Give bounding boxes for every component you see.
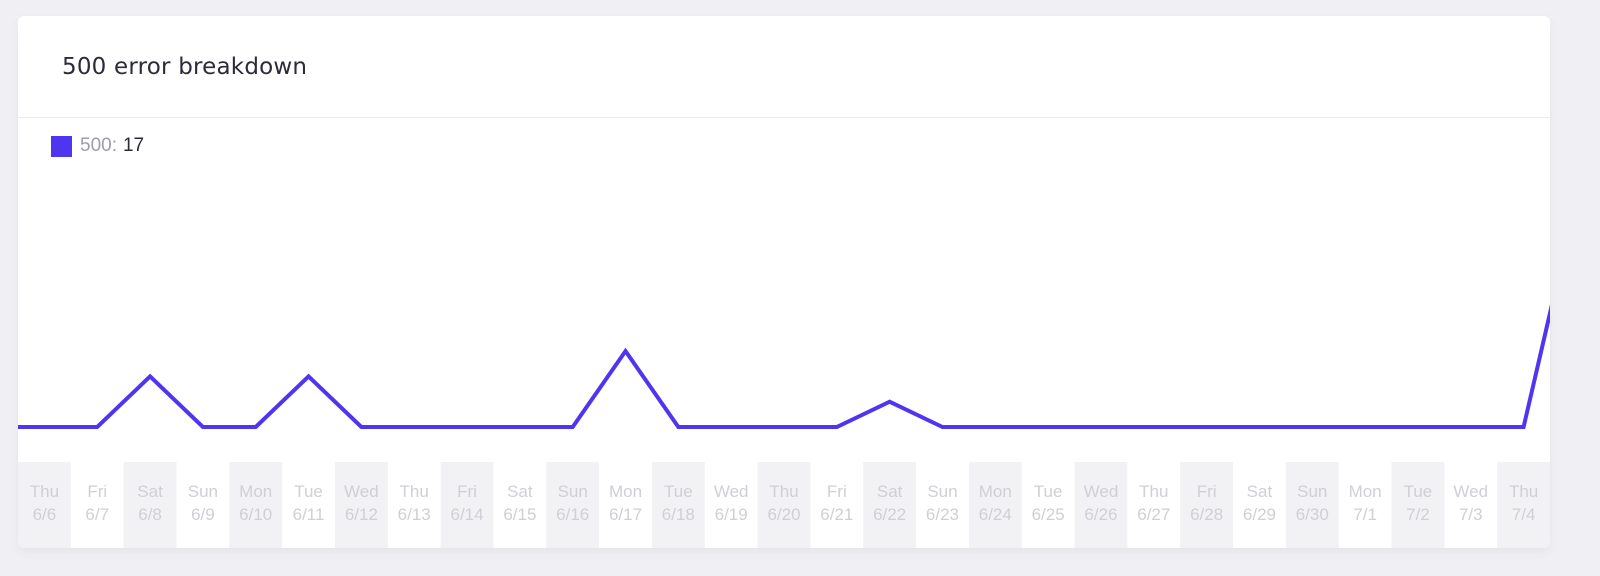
x-tick-date: 6/12 (345, 505, 378, 524)
x-tick-day: Tue (1034, 482, 1063, 501)
chart-card: 500 error breakdown Thu 6/6 Fri 6/7 Sat 6/8 Su… (18, 16, 1550, 548)
x-tick-day: Tue (664, 482, 693, 501)
legend-value: 17 (122, 135, 145, 156)
legend-swatch (51, 135, 72, 157)
x-tick-day: Fri (87, 482, 107, 501)
x-tick-date: 6/27 (1137, 505, 1170, 524)
x-tick-day: Sun (558, 482, 588, 501)
x-tick-date: 6/11 (293, 505, 325, 524)
x-tick-date: 6/21 (820, 505, 853, 524)
x-tick-date: 6/6 (33, 505, 57, 524)
x-tick-date: 6/24 (979, 505, 1012, 524)
x-tick-date: 7/1 (1353, 505, 1377, 524)
x-tick-day: Sat (507, 482, 533, 501)
x-tick-day: Mon (609, 482, 642, 501)
x-tick-date: 6/16 (556, 505, 589, 524)
x-tick-date: 6/22 (873, 505, 906, 524)
line-chart: Thu 6/6 Fri 6/7 Sat 6/8 Sun 6/9 Mon 6/10 Tue 6/11 We… (18, 304, 1550, 548)
x-tick-day: Wed (714, 482, 749, 501)
x-tick-day: Sat (877, 482, 903, 501)
x-tick-day: Sat (1247, 482, 1273, 501)
x-tick-day: Thu (1139, 482, 1168, 501)
x-tick-date: 6/19 (715, 505, 748, 524)
x-tick-day: Wed (1084, 482, 1119, 501)
x-tick-day: Thu (400, 482, 429, 501)
x-tick-date: 6/23 (926, 505, 959, 524)
x-tick-date: 7/4 (1512, 505, 1536, 524)
legend[interactable]: 500: 17 (51, 135, 144, 157)
x-tick-date: 6/20 (767, 505, 800, 524)
x-tick-day: Tue (1404, 482, 1433, 501)
x-tick-date: 6/29 (1243, 505, 1276, 524)
x-tick-day: Tue (294, 482, 323, 501)
series-line-500 (18, 304, 1550, 429)
x-tick-date: 6/7 (85, 505, 109, 524)
x-tick-date: 6/13 (398, 505, 431, 524)
x-tick-date: 6/14 (450, 505, 483, 524)
x-tick-day: Sun (1297, 482, 1327, 501)
x-tick-date: 6/17 (609, 505, 642, 524)
legend-label: 500: (80, 135, 117, 156)
x-tick-day: Fri (457, 482, 477, 501)
x-tick-date: 6/18 (662, 505, 695, 524)
x-tick-date: 6/10 (239, 505, 272, 524)
x-tick-date: 6/8 (138, 505, 162, 524)
x-tick-day: Mon (979, 482, 1012, 501)
x-tick-date: 7/3 (1459, 505, 1483, 524)
x-tick-day: Wed (344, 482, 379, 501)
x-tick-day: Thu (769, 482, 798, 501)
x-tick-day: Fri (827, 482, 847, 501)
x-tick-date: 6/9 (191, 505, 215, 524)
x-tick-day: Wed (1453, 482, 1488, 501)
x-tick-date: 6/30 (1296, 505, 1329, 524)
x-tick-day: Mon (239, 482, 272, 501)
x-tick-day: Sun (927, 482, 957, 501)
x-tick-date: 6/15 (503, 505, 536, 524)
x-tick-date: 6/25 (1032, 505, 1065, 524)
x-tick-date: 6/28 (1190, 505, 1223, 524)
x-tick-day: Sun (188, 482, 218, 501)
x-tick-date: 7/2 (1406, 505, 1430, 524)
x-tick-day: Thu (30, 482, 59, 501)
x-tick-day: Thu (1509, 482, 1538, 501)
x-tick-day: Sat (137, 482, 163, 501)
x-tick-date: 6/26 (1084, 505, 1117, 524)
x-tick-day: Mon (1349, 482, 1382, 501)
x-tick-day: Fri (1197, 482, 1217, 501)
